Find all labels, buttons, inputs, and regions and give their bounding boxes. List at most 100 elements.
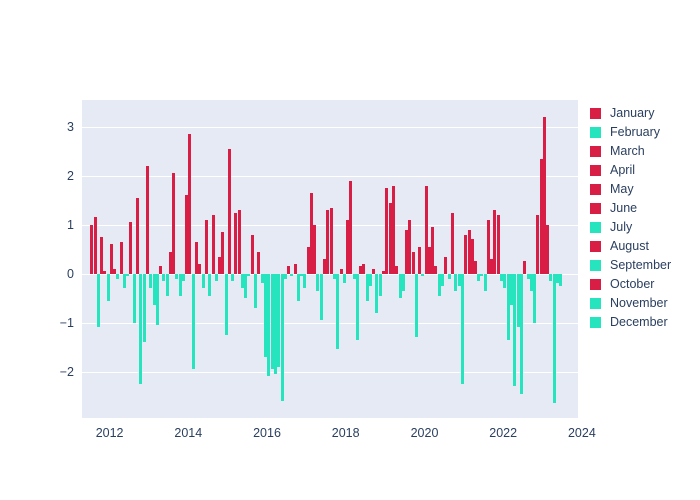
chart-bar — [204, 219, 208, 274]
chart-bar — [99, 237, 103, 274]
chart-bar — [280, 273, 284, 401]
legend-item-label: April — [610, 163, 636, 178]
legend-item[interactable]: January — [590, 104, 698, 123]
chart-bar — [546, 224, 550, 274]
chart-bar — [303, 273, 307, 289]
chart-bar — [191, 273, 195, 370]
chart-bar — [116, 273, 120, 279]
chart-bar — [414, 273, 418, 338]
legend-item-label: July — [610, 220, 633, 235]
legend-swatch-icon — [590, 165, 601, 176]
chart-bar — [434, 266, 438, 274]
legend-item[interactable]: December — [590, 313, 698, 332]
chart-bar — [296, 273, 300, 301]
chart-bar — [375, 273, 379, 313]
chart-bar — [132, 273, 136, 323]
y-axis-tick-label: −1 — [59, 315, 74, 330]
chart-bar — [532, 273, 536, 323]
chart-legend: January February March April May June July Augu… — [590, 104, 698, 332]
chart-bar — [355, 273, 359, 340]
chart-bar — [172, 173, 176, 274]
legend-swatch-icon — [590, 241, 601, 252]
chart-bar — [369, 273, 372, 286]
chart-bar — [519, 273, 523, 394]
chart-bar — [342, 273, 346, 284]
legend-item[interactable]: October — [590, 275, 698, 294]
plot-area — [82, 100, 578, 418]
chart-bar — [473, 261, 477, 274]
y-axis-tick-label: 3 — [67, 119, 74, 134]
chart-bar — [290, 273, 294, 277]
chart-bar — [483, 273, 487, 291]
chart-bar — [247, 273, 251, 277]
chart-bar — [336, 273, 339, 350]
chart-bar — [460, 273, 464, 384]
chart-bar — [329, 207, 333, 274]
chart-bar — [145, 166, 149, 274]
legend-swatch-icon — [590, 298, 601, 309]
x-axis-tick-label: 2016 — [253, 426, 281, 440]
x-axis-tick-label: 2024 — [567, 426, 596, 440]
legend-item[interactable]: September — [590, 256, 698, 275]
chart-bar — [254, 273, 258, 308]
chart-bar — [391, 185, 395, 274]
x-axis-tick-label: 2020 — [410, 426, 439, 440]
chart-bar — [201, 273, 205, 289]
legend-swatch-icon — [590, 184, 601, 195]
chart-bar — [276, 273, 280, 367]
legend-item[interactable]: June — [590, 199, 698, 218]
chart-bar — [349, 180, 353, 274]
chart-bar — [224, 273, 228, 335]
chart-bar — [411, 251, 415, 274]
legend-item-label: August — [610, 239, 649, 254]
chart-bar — [513, 273, 517, 387]
y-axis-tick-label: 0 — [67, 266, 74, 281]
y-axis-tick-label: 2 — [67, 168, 74, 183]
chart-bar — [237, 210, 241, 274]
chart-bar — [283, 273, 287, 279]
legend-item-label: May — [610, 182, 634, 197]
legend-swatch-icon — [590, 146, 601, 157]
legend-swatch-icon — [590, 127, 601, 138]
chart-bar — [227, 148, 231, 274]
chart-bar — [441, 273, 445, 286]
chart-bar — [418, 246, 422, 274]
legend-item-label: October — [610, 277, 655, 292]
chart-bar — [542, 117, 546, 274]
legend-swatch-icon — [590, 203, 601, 214]
legend-item[interactable]: March — [590, 142, 698, 161]
legend-item[interactable]: February — [590, 123, 698, 142]
chart-bar — [165, 273, 169, 296]
chart-bar — [142, 273, 146, 343]
legend-item-label: January — [610, 106, 655, 121]
y-axis-tick-label: −2 — [59, 364, 74, 379]
chart-bar — [178, 273, 182, 296]
chart-bar — [345, 219, 349, 274]
legend-swatch-icon — [590, 222, 601, 233]
chart-bar — [96, 273, 100, 328]
chart-bar — [126, 273, 130, 277]
chart-bar — [257, 251, 261, 274]
legend-item[interactable]: May — [590, 180, 698, 199]
chart-bar — [155, 273, 159, 326]
chart-bar — [497, 215, 500, 274]
legend-item[interactable]: July — [590, 218, 698, 237]
legend-swatch-icon — [590, 317, 601, 328]
legend-item[interactable]: April — [590, 161, 698, 180]
chart-bar — [286, 266, 290, 274]
legend-item-label: March — [610, 144, 645, 159]
chart-bar — [221, 232, 225, 274]
legend-item-label: February — [610, 125, 661, 140]
x-axis-tick-label: 2012 — [95, 426, 124, 440]
chart-bar — [293, 263, 297, 274]
chart-bar — [182, 273, 186, 281]
legend-item[interactable]: August — [590, 237, 698, 256]
gridline-y — [82, 126, 578, 128]
x-axis-tick-label: 2014 — [174, 426, 203, 440]
legend-item-label: September — [610, 258, 672, 273]
gridline-y — [82, 175, 578, 177]
chart-bar — [421, 273, 425, 277]
chart-bar — [188, 134, 192, 274]
chart-bar — [362, 263, 366, 274]
legend-item[interactable]: November — [590, 294, 698, 313]
